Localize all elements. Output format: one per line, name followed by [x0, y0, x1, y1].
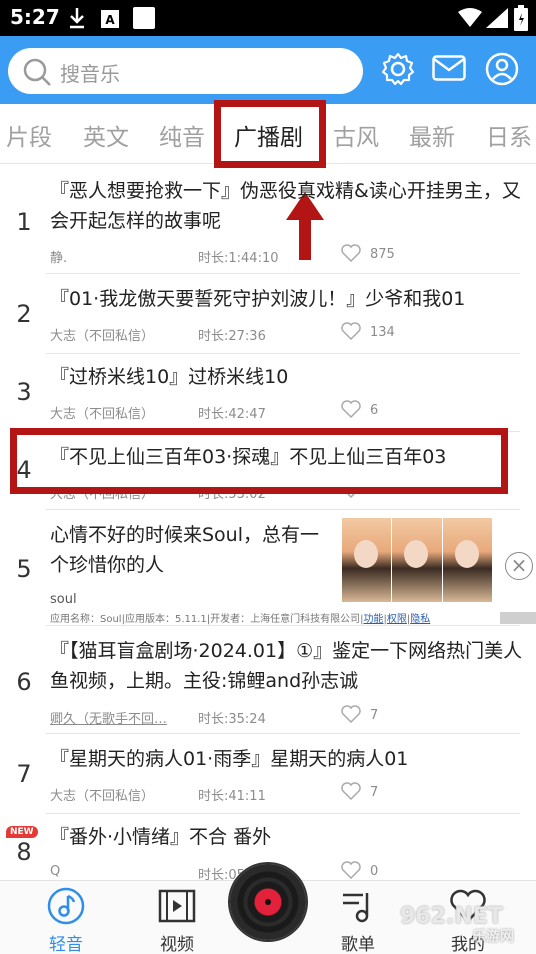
item-duration: 时长:1:44:10 — [198, 251, 279, 266]
heart-icon[interactable] — [341, 705, 361, 723]
heart-icon[interactable] — [341, 861, 361, 879]
notification-square-icon — [133, 7, 155, 29]
item-title: 『过桥米线10』过桥米线10 — [50, 366, 289, 388]
ad-link-privacy[interactable]: 隐私 — [410, 614, 430, 625]
ad-badge — [500, 612, 536, 624]
item-number: 7 — [16, 760, 32, 788]
item-likes: 875 — [370, 247, 395, 262]
watermark-sub: 乐游网 — [472, 929, 514, 945]
item-likes: 7 — [370, 785, 379, 800]
search-icon — [23, 58, 51, 86]
film-icon — [158, 889, 196, 923]
ad-photo — [442, 518, 492, 602]
item-duration: 时长:42:47 — [198, 407, 266, 422]
item-number: 5 — [16, 555, 32, 583]
download-icon — [70, 8, 84, 29]
item-title: 『01·我龙傲天要誓死守护刘波儿！』少爷和我01 — [50, 288, 466, 310]
search-placeholder: 搜音乐 — [60, 62, 120, 86]
item-title: 『星期天的病人01·雨季』星期天的病人01 — [50, 748, 409, 770]
ad-text: 心情不好的时候来Soul，总有一个珍惜你的人 — [50, 524, 320, 576]
item-likes: 0 — [370, 864, 379, 879]
item-title: 『【猫耳盲盒剧场·2024.01】①』鉴定一下网络热门美人鱼视频，上期。主役:锦… — [50, 640, 523, 692]
item-number: 8 — [16, 838, 32, 866]
nav-label: 轻音 — [49, 935, 83, 954]
heart-icon[interactable] — [341, 782, 361, 800]
list-item[interactable]: 2 『01·我龙傲天要誓死守护刘波儿！』少爷和我01 大志（不回私信） 时长:2… — [0, 274, 536, 354]
nav-label: 歌单 — [341, 935, 375, 954]
ad-photo — [392, 518, 443, 602]
notification-a-icon: A — [101, 10, 119, 28]
ad-info: 应用名称：Soul|应用版本：5.11.1|开发者：上海任意门科技有限公司|功能… — [50, 614, 431, 625]
heart-icon[interactable] — [341, 244, 361, 262]
nav-label: 视频 — [160, 935, 194, 954]
item-title: 『番外·小情绪』不合 番外 — [50, 826, 272, 848]
tab-ancient-style[interactable]: 古风 — [333, 118, 379, 152]
item-number: 2 — [16, 300, 32, 328]
wifi-icon — [458, 8, 482, 27]
ad-link-permission[interactable]: 权限 — [387, 614, 407, 625]
music-note-icon — [47, 887, 85, 925]
item-title: 『恶人想要抢救一下』伪恶役真戏精&读心开挂男主，又会开起怎样的故事呢 — [50, 180, 521, 232]
list-item[interactable]: 7 『星期天的病人01·雨季』星期天的病人01 大志（不回私信） 时长:41:1… — [0, 734, 536, 814]
search-input[interactable]: 搜音乐 — [8, 48, 363, 94]
gear-icon[interactable] — [381, 52, 415, 86]
item-number: 6 — [16, 668, 32, 696]
item-author: Q — [50, 864, 61, 879]
tab-latest[interactable]: 最新 — [409, 118, 455, 152]
item-likes: 134 — [370, 325, 395, 340]
battery-icon — [514, 5, 528, 31]
app-header: 搜音乐 — [0, 36, 536, 104]
ad-source: soul — [50, 592, 77, 607]
list-item[interactable]: 6 『【猫耳盲盒剧场·2024.01】①』鉴定一下网络热门美人鱼视频，上期。主役… — [0, 626, 536, 734]
vinyl-player-button[interactable] — [230, 864, 306, 940]
divider — [46, 509, 520, 510]
nav-light-music[interactable]: 轻音 — [36, 887, 96, 954]
list-item[interactable]: 3 『过桥米线10』过桥米线10 大志（不回私信） 时长:42:47 6 — [0, 354, 536, 432]
tab-pure-music[interactable]: 纯音 — [159, 118, 205, 152]
playlist-icon — [343, 893, 369, 923]
user-icon[interactable] — [485, 52, 519, 86]
item-author: 大志（不回私信） — [50, 789, 155, 804]
item-author: 卿久（无歌手不回… — [50, 712, 168, 727]
ad-photo — [342, 518, 393, 602]
item-likes: 7 — [370, 708, 379, 723]
status-time: 5:27 — [10, 5, 60, 29]
tab-clips[interactable]: 片段 — [6, 118, 52, 152]
mail-icon[interactable] — [432, 55, 466, 81]
tab-japanese[interactable]: 日系 — [486, 118, 532, 152]
svg-text:A: A — [105, 13, 115, 27]
item-author: 大志（不回私信） — [50, 407, 155, 422]
item-duration: 时长:27:36 — [198, 329, 266, 344]
item-number: 3 — [16, 378, 32, 406]
item-duration: 时长:35:24 — [198, 712, 266, 727]
watermark: 962.NET 乐游网 — [400, 904, 514, 945]
list-item[interactable]: 1 『恶人想要抢救一下』伪恶役真戏精&读心开挂男主，又会开起怎样的故事呢 静. … — [0, 170, 536, 274]
tab-highlight-box — [214, 100, 326, 168]
item-author: 大志（不回私信） — [50, 329, 155, 344]
signal-icon — [486, 8, 508, 28]
ad-close-button[interactable]: × — [505, 552, 533, 580]
item-number: 1 — [16, 208, 32, 236]
item-duration: 时长:41:11 — [198, 789, 266, 804]
ad-link-function[interactable]: 功能 — [364, 614, 384, 625]
highlight-mask — [17, 480, 501, 487]
item-author: 静. — [50, 251, 68, 266]
ad-info-text: 应用名称：Soul|应用版本：5.11.1|开发者：上海任意门科技有限公司| — [50, 614, 364, 625]
nav-video[interactable]: 视频 — [147, 887, 207, 954]
item-likes: 6 — [370, 403, 379, 418]
heart-icon[interactable] — [341, 322, 361, 340]
heart-icon[interactable] — [341, 400, 361, 418]
status-bar: 5:27 A — [0, 0, 536, 36]
nav-playlist[interactable]: 歌单 — [328, 887, 388, 954]
ad-image[interactable] — [342, 518, 492, 602]
tab-english[interactable]: 英文 — [83, 118, 129, 152]
